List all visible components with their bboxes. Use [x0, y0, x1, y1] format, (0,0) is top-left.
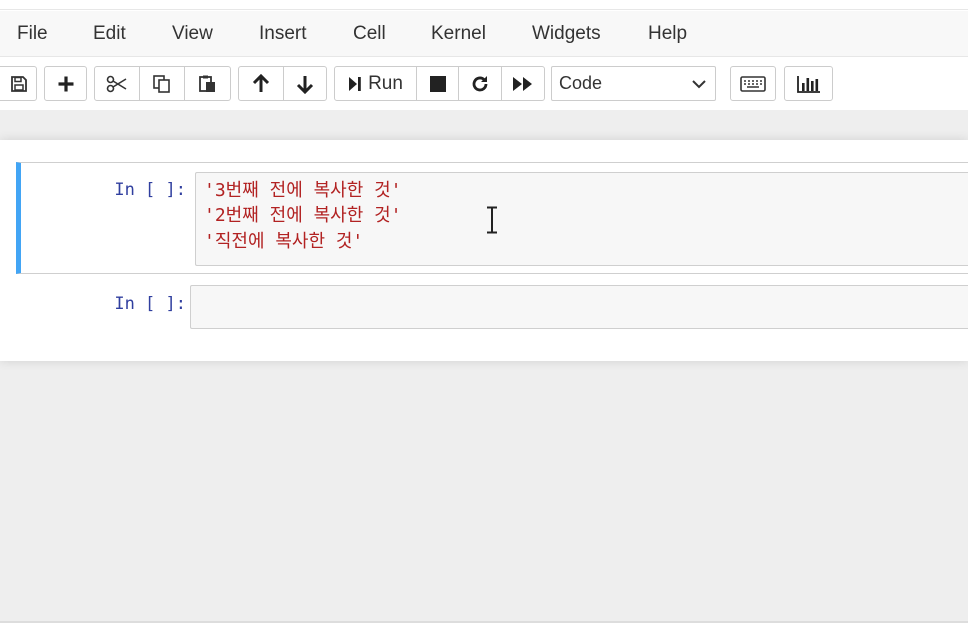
copy-button[interactable]	[139, 66, 185, 101]
text-cursor-icon	[484, 206, 500, 239]
toolbar: Run Code	[0, 57, 968, 110]
arrow-up-icon	[252, 73, 270, 94]
menubar: File Edit View Insert Cell Kernel Widget…	[0, 11, 968, 57]
cut-button[interactable]	[94, 66, 140, 101]
menu-view[interactable]: View	[172, 11, 213, 57]
code-cell[interactable]: In [ ]:	[16, 284, 968, 330]
cell-prompt: In [ ]:	[114, 294, 186, 314]
code-line: '2번째 전에 복사한 것'	[204, 205, 402, 226]
save-button[interactable]	[0, 66, 37, 101]
cell-prompt: In [ ]:	[114, 180, 186, 200]
cell-type-value: Code	[559, 73, 603, 93]
move-down-button[interactable]	[283, 66, 327, 101]
menu-edit[interactable]: Edit	[93, 11, 126, 57]
menu-help[interactable]: Help	[648, 11, 687, 57]
insert-cell-button[interactable]	[44, 66, 87, 101]
save-icon	[10, 75, 28, 93]
cell-type-select[interactable]: Code	[551, 66, 716, 101]
menu-insert[interactable]: Insert	[259, 11, 307, 57]
notebook-container: In [ ]: '3번째 전에 복사한 것' '2번째 전에 복사한 것' '직…	[0, 140, 968, 361]
menu-widgets[interactable]: Widgets	[532, 11, 601, 57]
run-button[interactable]: Run	[334, 66, 417, 101]
restart-run-all-button[interactable]	[501, 66, 545, 101]
cell-input[interactable]: '3번째 전에 복사한 것' '2번째 전에 복사한 것' '직전에 복사한 것…	[195, 172, 968, 266]
interrupt-button[interactable]	[416, 66, 459, 101]
paste-button[interactable]	[184, 66, 231, 101]
scissors-icon	[106, 75, 128, 93]
menu-file[interactable]: File	[17, 11, 48, 57]
plus-icon	[57, 75, 75, 93]
chevron-down-icon	[691, 76, 707, 97]
stop-icon	[429, 75, 446, 92]
code-line: '직전에 복사한 것'	[204, 231, 364, 252]
header-top-strip	[0, 0, 968, 10]
command-palette-button[interactable]	[730, 66, 776, 101]
code-line: '3번째 전에 복사한 것'	[204, 180, 402, 201]
fast-forward-icon	[512, 75, 534, 93]
run-label: Run	[368, 72, 403, 94]
step-forward-icon	[348, 75, 362, 93]
menu-cell[interactable]: Cell	[353, 11, 386, 57]
restart-icon	[470, 74, 490, 94]
keyboard-icon	[740, 75, 766, 92]
menu-kernel[interactable]: Kernel	[431, 11, 486, 57]
bar-chart-icon	[796, 75, 821, 93]
restart-button[interactable]	[458, 66, 502, 101]
arrow-down-icon	[296, 74, 314, 94]
cell-input[interactable]	[190, 285, 968, 329]
resource-usage-button[interactable]	[784, 66, 833, 101]
notebook-header: File Edit View Insert Cell Kernel Widget…	[0, 0, 968, 110]
paste-icon	[198, 74, 218, 94]
copy-icon	[152, 74, 172, 94]
move-up-button[interactable]	[238, 66, 284, 101]
